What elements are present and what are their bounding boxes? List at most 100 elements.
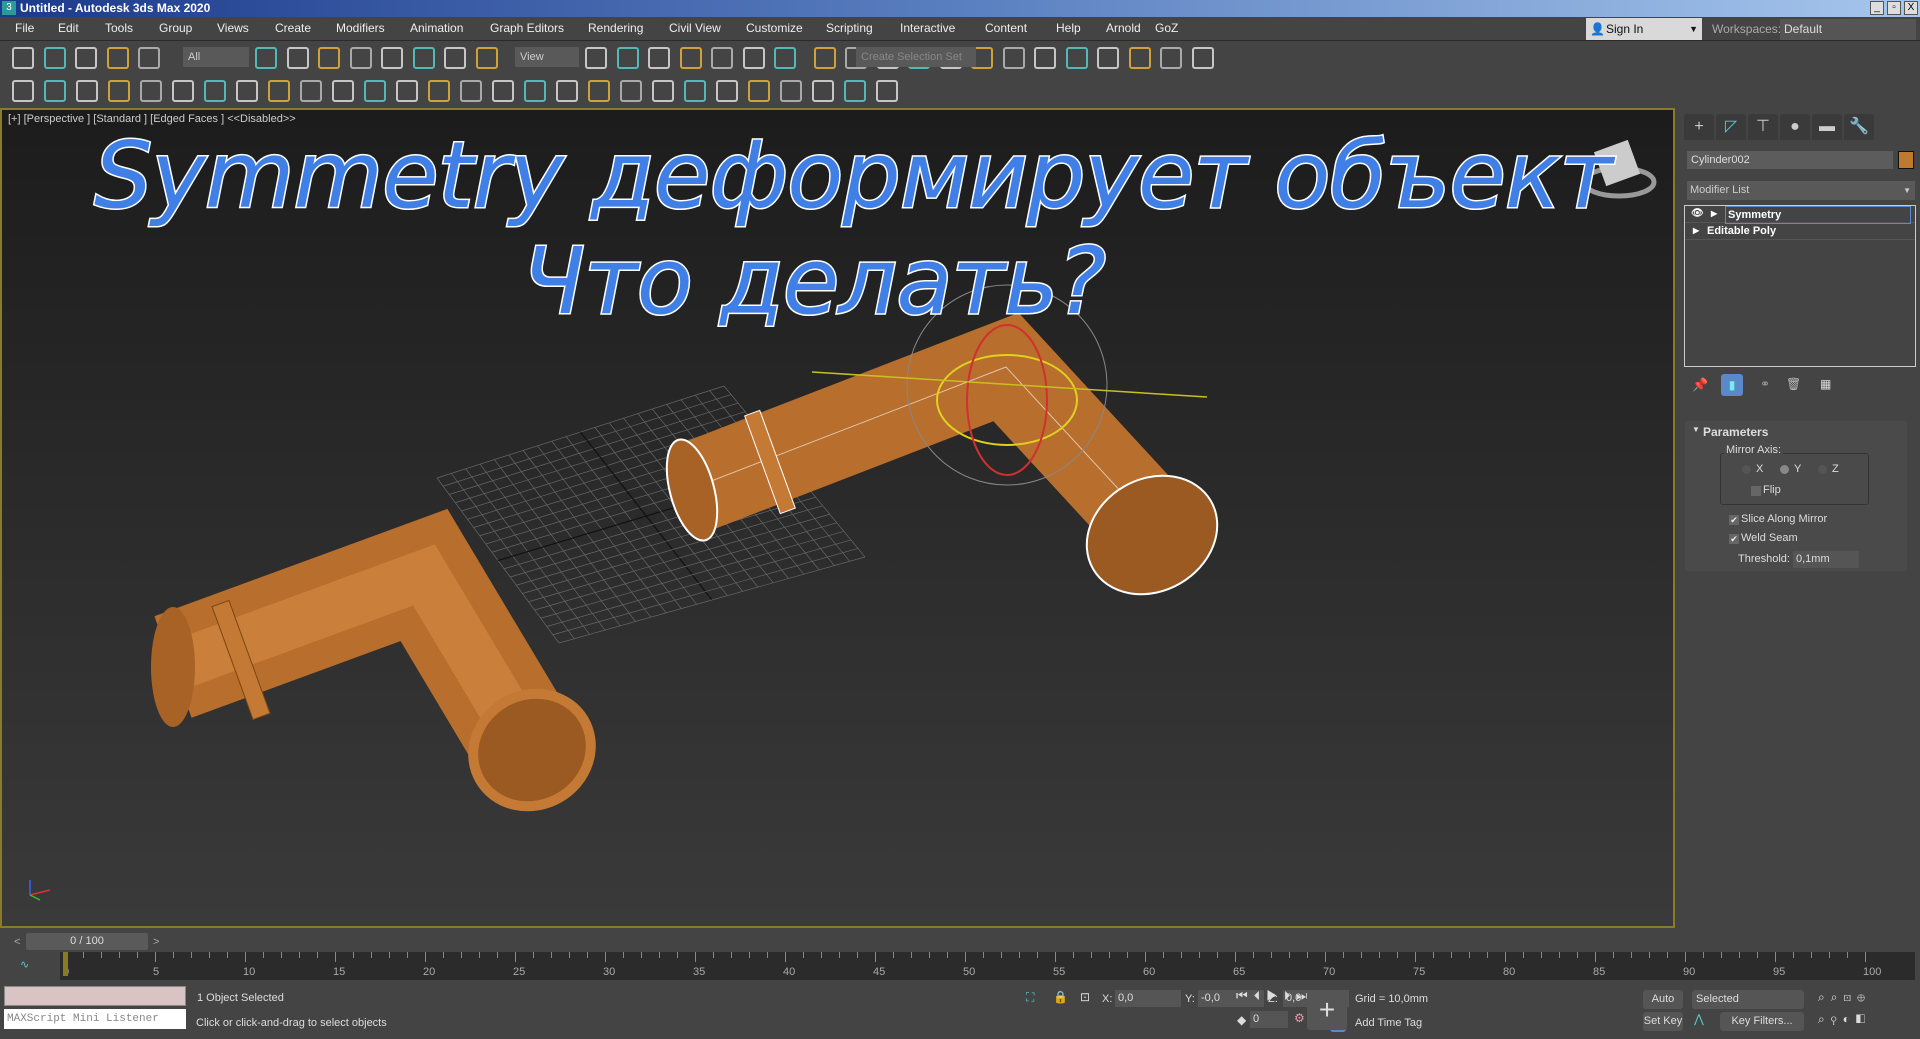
particles-icon[interactable]: [524, 80, 546, 102]
object-name-field[interactable]: Cylinder002: [1687, 151, 1893, 169]
spinner-snap-icon[interactable]: [742, 47, 765, 69]
tab-motion[interactable]: ●: [1780, 114, 1810, 140]
scale-icon[interactable]: [444, 47, 466, 69]
render-setup-icon[interactable]: [1065, 47, 1088, 69]
render-icon[interactable]: [1128, 47, 1151, 69]
display-icon[interactable]: [236, 80, 258, 102]
collapse-icon[interactable]: ▼: [1692, 425, 1700, 434]
key-filters-button[interactable]: Key Filters...: [1720, 1012, 1804, 1031]
angle-snap-icon[interactable]: [679, 47, 702, 69]
tab-utilities[interactable]: 🔧: [1844, 114, 1874, 140]
menu-rendering[interactable]: Rendering: [588, 21, 643, 35]
maxscript-output[interactable]: [4, 986, 186, 1006]
expand-icon[interactable]: ▶: [1693, 223, 1699, 239]
menu-arnold[interactable]: Arnold: [1106, 21, 1141, 35]
panel-icon[interactable]: [108, 80, 130, 102]
virus-icon[interactable]: [620, 80, 642, 102]
select-by-name-icon[interactable]: [286, 47, 309, 69]
undo-icon[interactable]: [12, 47, 34, 69]
link-icon[interactable]: [75, 47, 97, 69]
time-cursor[interactable]: [63, 952, 68, 976]
modifier-list-dropdown[interactable]: Modifier List ▼: [1687, 181, 1915, 200]
key-mode-toggle-icon[interactable]: ◆: [1237, 1013, 1246, 1027]
viewport-nav-controls-2[interactable]: ⌕⚲◐◧: [1818, 1012, 1871, 1027]
percent-snap-icon[interactable]: [711, 47, 733, 69]
axis-z-radio[interactable]: [1818, 465, 1827, 474]
viewport-nav-controls[interactable]: ⌕⌕⊡⊕: [1818, 990, 1871, 1005]
axis-y-radio[interactable]: [1780, 465, 1789, 474]
grass-icon[interactable]: [652, 80, 674, 102]
time-slider[interactable]: 0 / 100: [26, 933, 148, 950]
light-icon[interactable]: [172, 80, 194, 102]
menu-content[interactable]: Content: [985, 21, 1027, 35]
menu-animation[interactable]: Animation: [410, 21, 463, 35]
material-editor-icon[interactable]: [1034, 47, 1056, 69]
redo-icon[interactable]: [43, 47, 66, 69]
isolate-selection-icon[interactable]: ⛶: [1026, 990, 1034, 1005]
menu-file[interactable]: File: [15, 21, 34, 35]
make-unique-icon[interactable]: ⚭: [1760, 377, 1770, 391]
set-key-button[interactable]: Set Key: [1643, 1012, 1683, 1031]
flip-checkbox[interactable]: [1751, 486, 1761, 496]
window-crossing-icon[interactable]: [349, 47, 372, 69]
object-color-swatch[interactable]: [1898, 151, 1914, 169]
tab-display[interactable]: ▬: [1812, 114, 1842, 140]
sphere-icon[interactable]: [364, 80, 386, 102]
stack-item-editable-poly[interactable]: ▶ Editable Poly: [1685, 223, 1915, 240]
axis-x-radio[interactable]: [1742, 465, 1751, 474]
auto-key-button[interactable]: Auto Key: [1643, 990, 1683, 1024]
ox-icon[interactable]: [716, 80, 738, 102]
add-time-tag-button[interactable]: Add Time Tag: [1355, 1017, 1422, 1029]
slice-along-mirror-checkbox[interactable]: ✔: [1729, 515, 1739, 525]
pylon-icon[interactable]: [588, 80, 610, 102]
rendered-frame-icon[interactable]: [1097, 47, 1119, 69]
hemisphere-icon[interactable]: [332, 80, 354, 102]
absolute-mode-icon[interactable]: ⊡: [1080, 990, 1090, 1004]
menu-graph-editors[interactable]: Graph Editors: [490, 21, 564, 35]
rotate-icon[interactable]: [412, 47, 435, 69]
playback-controls[interactable]: ⏮⏴▶⏵⏭: [1236, 988, 1314, 1004]
sun-icon[interactable]: [460, 80, 482, 102]
minimize-button[interactable]: _: [1870, 1, 1884, 15]
cloud-icon[interactable]: [44, 80, 66, 102]
menu-scripting[interactable]: Scripting: [826, 21, 873, 35]
tab-modify[interactable]: ◸: [1716, 114, 1746, 140]
time-next-button[interactable]: >: [153, 936, 159, 948]
reference-coordinate-dropdown[interactable]: View: [515, 47, 579, 67]
pin-stack-icon[interactable]: 📌: [1692, 377, 1708, 393]
time-prev-button[interactable]: <: [14, 936, 20, 948]
keyboard-shortcut-icon[interactable]: [616, 47, 639, 69]
rect-selection-icon[interactable]: [318, 47, 340, 69]
geosphere-icon[interactable]: [396, 80, 418, 102]
pivot-icon[interactable]: [585, 47, 607, 69]
menu-edit[interactable]: Edit: [58, 21, 79, 35]
tools-icon[interactable]: [844, 80, 866, 102]
threshold-spinner[interactable]: 0,1mm: [1793, 551, 1859, 568]
select-object-icon[interactable]: [255, 47, 277, 69]
skylight-icon[interactable]: [492, 80, 514, 102]
menu-civil-view[interactable]: Civil View: [669, 21, 721, 35]
menu-create[interactable]: Create: [275, 21, 311, 35]
configure-sets-icon[interactable]: ▦: [1820, 377, 1831, 391]
show-end-result-icon[interactable]: ▮: [1721, 374, 1743, 396]
workspace-select[interactable]: Default: [1780, 19, 1916, 40]
teapot-icon[interactable]: [12, 80, 34, 102]
menu-views[interactable]: Views: [217, 21, 249, 35]
snap-3d-icon[interactable]: [648, 47, 670, 69]
mirror-icon[interactable]: [813, 47, 836, 69]
menu-group[interactable]: Group: [159, 21, 192, 35]
material-sphere-icon[interactable]: [748, 80, 770, 102]
stack-item-symmetry[interactable]: 👁 ▶ Symmetry: [1685, 206, 1915, 224]
menu-goz[interactable]: GoZ: [1155, 21, 1178, 35]
help-icon[interactable]: [876, 80, 898, 102]
sign-in-button[interactable]: Sign In 👤 ▼: [1586, 18, 1702, 40]
hair-icon[interactable]: [684, 80, 706, 102]
time-config-icon[interactable]: ⚙: [1294, 1011, 1305, 1025]
track-bar[interactable]: 0510152025303540455055606570758085909510…: [60, 952, 1915, 980]
menu-help[interactable]: Help: [1056, 21, 1081, 35]
tab-hierarchy[interactable]: ⊤: [1748, 114, 1778, 140]
x-coordinate-field[interactable]: 0,0: [1115, 990, 1181, 1007]
viewport-layouts-icon[interactable]: [1191, 47, 1214, 69]
panel2-icon[interactable]: [140, 80, 162, 102]
eye-icon[interactable]: 👁: [1691, 206, 1704, 222]
